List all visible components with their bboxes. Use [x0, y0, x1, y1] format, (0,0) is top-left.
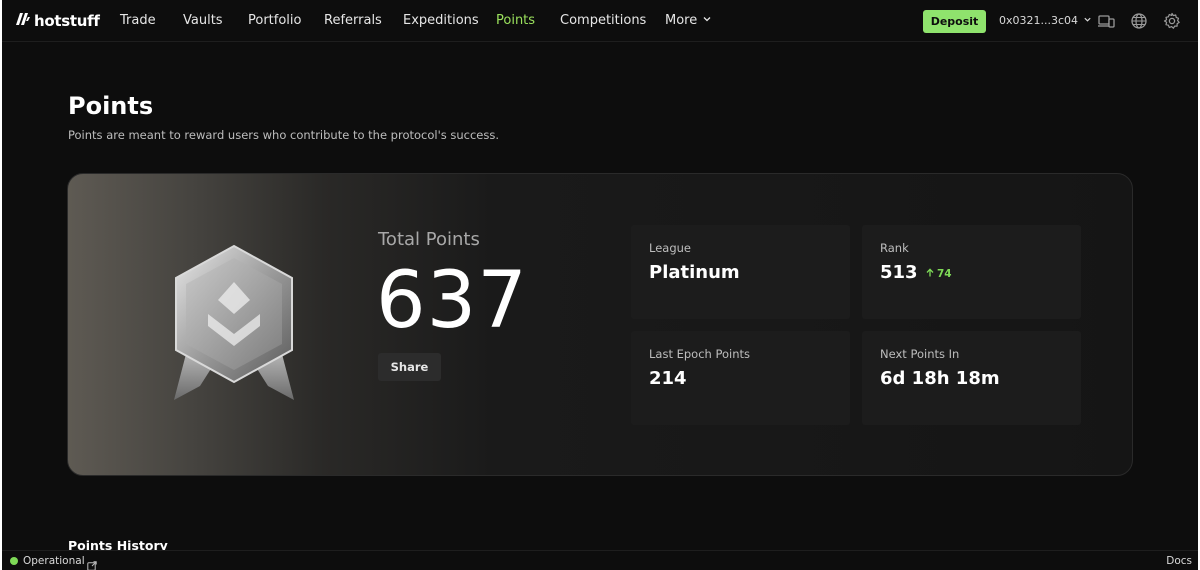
brand-name: hotstuff — [34, 12, 100, 30]
devices-icon[interactable] — [1097, 12, 1115, 30]
nav-portfolio[interactable]: Portfolio — [248, 13, 301, 28]
rank-change-value: 74 — [937, 268, 952, 280]
page-subtitle: Points are meant to reward users who con… — [68, 128, 500, 142]
status-dot-icon — [10, 557, 18, 565]
top-nav: hotstuff Trade Vaults Portfolio Referral… — [2, 0, 1198, 42]
chevron-down-icon — [702, 13, 712, 28]
last-epoch-stat-card: Last Epoch Points 214 — [631, 331, 850, 425]
next-points-value: 6d 18h 18m — [880, 368, 1000, 389]
page-title: Points — [68, 92, 154, 120]
nav-more[interactable]: More — [665, 13, 712, 28]
share-button[interactable]: Share — [378, 353, 441, 381]
nav-more-label: More — [665, 13, 698, 28]
rank-value: 513 — [880, 262, 918, 283]
next-points-stat-card: Next Points In 6d 18h 18m — [862, 331, 1081, 425]
gear-icon[interactable] — [1163, 12, 1181, 30]
deposit-button[interactable]: Deposit — [923, 10, 986, 33]
league-stat-card: League Platinum — [631, 225, 850, 319]
nav-vaults[interactable]: Vaults — [183, 13, 223, 28]
brand-logo[interactable]: hotstuff — [15, 12, 100, 30]
chevron-down-icon — [1083, 14, 1092, 27]
league-label: League — [649, 241, 691, 255]
nav-referrals[interactable]: Referrals — [324, 13, 382, 28]
next-points-label: Next Points In — [880, 347, 960, 361]
nav-competitions[interactable]: Competitions — [560, 13, 646, 28]
brand-logo-icon — [15, 12, 31, 30]
app-window: hotstuff Trade Vaults Portfolio Referral… — [2, 0, 1198, 570]
points-summary-card: Total Points 637 Share League Platinum R… — [67, 173, 1133, 476]
external-link-icon[interactable] — [87, 556, 97, 570]
platinum-badge-icon — [164, 242, 304, 404]
arrow-up-icon — [926, 268, 934, 280]
wallet-address: 0x0321...3c04 — [999, 14, 1079, 27]
last-epoch-value: 214 — [649, 368, 687, 389]
total-points-value: 637 — [376, 256, 528, 346]
wallet-dropdown[interactable]: 0x0321...3c04 — [999, 14, 1092, 27]
globe-icon[interactable] — [1130, 12, 1148, 30]
status-footer: Operational Docs — [2, 550, 1198, 570]
nav-expeditions[interactable]: Expeditions — [403, 13, 479, 28]
docs-link[interactable]: Docs — [1166, 555, 1192, 567]
rank-stat-card: Rank 513 74 — [862, 225, 1081, 319]
status-text: Operational — [23, 555, 85, 567]
rank-label: Rank — [880, 241, 909, 255]
last-epoch-label: Last Epoch Points — [649, 347, 751, 361]
nav-trade[interactable]: Trade — [120, 13, 156, 28]
nav-points[interactable]: Points — [496, 13, 535, 28]
total-points-label: Total Points — [378, 229, 480, 250]
rank-change: 74 — [926, 268, 952, 280]
league-value: Platinum — [649, 262, 740, 283]
